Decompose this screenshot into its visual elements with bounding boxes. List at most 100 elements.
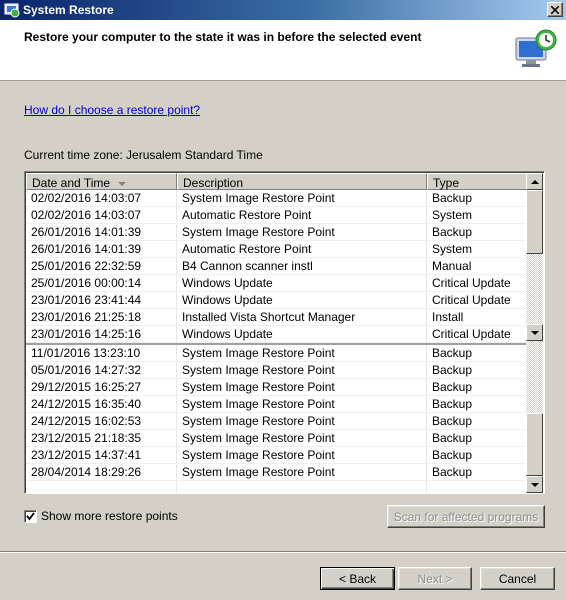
scroll-down-button[interactable] [526,324,543,341]
row-type: Backup [432,414,473,428]
next-button[interactable]: Next > [398,567,472,590]
row-date-time: 02/02/2016 14:03:07 [26,190,177,206]
vertical-scrollbar-lower[interactable] [526,341,543,493]
column-description[interactable]: Description [177,173,427,190]
row-description: System Image Restore Point [177,413,427,429]
row-description: System Image Restore Point [177,379,427,395]
table-row[interactable]: 23/01/2016 23:41:44 Windows Update Critica… [26,292,527,309]
table-row[interactable]: 25/01/2016 22:32:59 B4 Cannon scanner ins… [26,258,527,275]
row-description: System Image Restore Point [177,362,427,378]
help-link[interactable]: How do I choose a restore point? [24,103,200,117]
row-description: Windows Update [177,292,427,308]
scroll-down-button-lower[interactable] [526,476,543,493]
header-panel: Restore your computer to the state it wa… [0,20,566,81]
cancel-button[interactable]: Cancel [480,567,555,590]
show-more-checkbox[interactable] [24,509,37,523]
row-type: Backup [432,397,473,411]
empty-row [26,481,527,493]
row-date-time: 11/01/2016 13:23:10 [26,345,177,361]
row-type: Backup [432,191,473,205]
table-row[interactable]: 02/02/2016 14:03:07 System Image Restore … [26,190,527,207]
empty-cell [427,481,527,493]
show-more-checkbox-row[interactable]: Show more restore points [24,509,178,523]
row-description: Automatic Restore Point [177,207,427,223]
table-row[interactable]: 29/12/2015 16:25:27 System Image Restore … [26,379,527,396]
row-type: Backup [432,448,473,462]
row-description: System Image Restore Point [177,224,427,240]
arrow-up-icon [530,179,539,184]
row-date-time: 28/04/2014 18:29:26 [26,464,177,480]
scroll-up-button[interactable] [526,173,543,190]
row-description: Automatic Restore Point [177,241,427,257]
header-title: Restore your computer to the state it wa… [24,30,422,44]
row-description: System Image Restore Point [177,447,427,463]
row-date-time: 23/12/2015 14:37:41 [26,447,177,463]
row-type: Critical Update [432,276,511,290]
table-row[interactable]: 25/01/2016 00:00:14 Windows Update Critica… [26,275,527,292]
column-date-time-label: Date and Time [32,176,111,190]
column-header: Date and Time Description Type [26,173,527,190]
row-date-time: 24/12/2015 16:02:53 [26,413,177,429]
back-button[interactable]: < Back [320,567,395,590]
table-row[interactable]: 23/01/2016 14:25:16 Windows Update Critica… [26,326,527,343]
restore-points-list[interactable]: Date and Time Description Type 02/02/201… [24,171,545,494]
empty-cell [26,481,177,493]
row-date-time: 23/01/2016 14:25:16 [26,326,177,342]
row-date-time: 25/01/2016 00:00:14 [26,275,177,291]
row-type: System [432,208,473,222]
divider [0,551,566,553]
row-description: B4 Cannon scanner instl [177,258,427,274]
table-row[interactable]: 24/12/2015 16:35:40 System Image Restore … [26,396,527,413]
row-type: Critical Update [432,293,511,307]
checkmark-icon [26,511,35,520]
timezone-label: Current time zone: Jerusalem Standard Ti… [24,148,263,162]
row-date-time: 23/01/2016 21:25:18 [26,309,177,325]
row-description: Windows Update [177,275,427,291]
table-row[interactable]: 23/01/2016 21:25:18 Installed Vista Short… [26,309,527,326]
show-more-label: Show more restore points [41,509,178,523]
close-button[interactable] [547,2,563,17]
sort-arrow-icon [118,181,127,186]
table-row[interactable]: 26/01/2016 14:01:39 System Image Restore … [26,224,527,241]
column-type-label: Type [433,176,460,190]
table-row[interactable]: 02/02/2016 14:03:07 Automatic Restore Poi… [26,207,527,224]
table-row[interactable]: 28/04/2014 18:29:26 System Image Restore … [26,464,527,481]
column-type[interactable]: Type [427,173,527,190]
table-row[interactable]: 05/01/2016 14:27:32 System Image Restore … [26,362,527,379]
row-description: System Image Restore Point [177,396,427,412]
row-description: System Image Restore Point [177,430,427,446]
table-row[interactable]: 24/12/2015 16:02:53 System Image Restore … [26,413,527,430]
row-type: Manual [432,259,472,273]
row-type: Backup [432,346,473,360]
row-date-time: 24/12/2015 16:35:40 [26,396,177,412]
row-description: System Image Restore Point [177,345,427,361]
close-icon [551,5,559,14]
table-row[interactable]: 11/01/2016 13:23:10 System Image Restore … [26,345,527,362]
row-date-time: 23/01/2016 23:41:44 [26,292,177,308]
row-date-time: 26/01/2016 14:01:39 [26,224,177,240]
scan-affected-programs-button[interactable]: Scan for affected programs [387,505,545,528]
table-row[interactable]: 26/01/2016 14:01:39 Automatic Restore Poi… [26,241,527,258]
row-date-time: 05/01/2016 14:27:32 [26,362,177,378]
system-restore-app-icon [4,3,20,18]
row-type: System [432,242,473,256]
row-date-time: 25/01/2016 22:32:59 [26,258,177,274]
scroll-thumb-lower[interactable] [526,413,543,476]
row-description: Installed Vista Shortcut Manager [177,309,427,325]
table-row[interactable]: 23/12/2015 14:37:41 System Image Restore … [26,447,527,464]
row-date-time: 26/01/2016 14:01:39 [26,241,177,257]
vertical-scrollbar[interactable] [526,173,543,341]
arrow-down-icon [530,330,539,335]
empty-cell [177,481,427,493]
row-type: Critical Update [432,327,511,341]
window-title: System Restore [23,3,114,17]
row-type: Backup [432,465,473,479]
scroll-thumb[interactable] [526,190,543,254]
column-description-label: Description [183,176,244,190]
column-date-time[interactable]: Date and Time [26,173,177,190]
row-description: System Image Restore Point [177,190,427,206]
row-date-time: 23/12/2015 21:18:35 [26,430,177,446]
row-type: Install [432,310,464,324]
row-date-time: 02/02/2016 14:03:07 [26,207,177,223]
table-row[interactable]: 23/12/2015 21:18:35 System Image Restore … [26,430,527,447]
